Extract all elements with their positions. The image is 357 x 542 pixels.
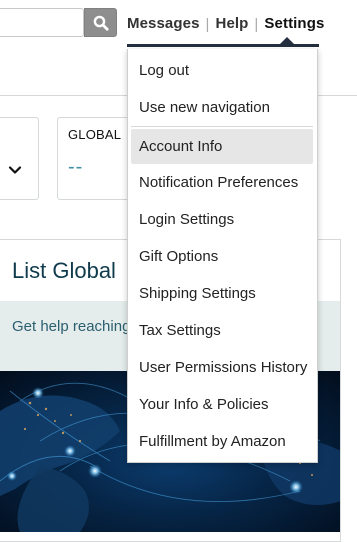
menu-item-account-info[interactable]: Account Info <box>131 129 313 164</box>
nav-help-link[interactable]: Help <box>216 13 249 35</box>
nav-settings-link[interactable]: Settings <box>264 13 324 35</box>
menu-item-tax-settings[interactable]: Tax Settings <box>128 312 317 349</box>
panel-title: List Global <box>12 258 116 283</box>
menu-item-log-out[interactable]: Log out <box>128 52 317 89</box>
dashboard-card[interactable] <box>0 117 39 200</box>
menu-item-notification-preferences[interactable]: Notification Preferences <box>128 164 317 201</box>
chevron-down-icon[interactable] <box>8 163 22 177</box>
search-input[interactable] <box>0 8 84 37</box>
top-navigation: Messages | Help | Settings <box>127 13 324 35</box>
magnifier-icon <box>93 15 109 31</box>
menu-item-user-permissions-history[interactable]: User Permissions History <box>128 349 317 386</box>
menu-divider <box>131 126 313 127</box>
menu-item-fulfillment-by-amazon[interactable]: Fulfillment by Amazon <box>128 423 317 460</box>
nav-messages-link[interactable]: Messages <box>127 13 200 35</box>
global-card[interactable]: GLOBAL -- <box>57 117 137 200</box>
settings-active-underline <box>127 44 319 47</box>
menu-item-login-settings[interactable]: Login Settings <box>128 201 317 238</box>
menu-item-shipping-settings[interactable]: Shipping Settings <box>128 275 317 312</box>
menu-item-your-info-policies[interactable]: Your Info & Policies <box>128 386 317 423</box>
nav-separator: | <box>205 15 210 33</box>
global-card-label: GLOBAL <box>68 127 122 142</box>
menu-item-use-new-navigation[interactable]: Use new navigation <box>128 89 317 126</box>
menu-item-gift-options[interactable]: Gift Options <box>128 238 317 275</box>
global-card-value: -- <box>68 156 84 178</box>
nav-separator: | <box>254 15 259 33</box>
search-button[interactable] <box>84 8 117 37</box>
settings-dropdown-menu: Log out Use new navigation Account Info … <box>127 49 318 463</box>
